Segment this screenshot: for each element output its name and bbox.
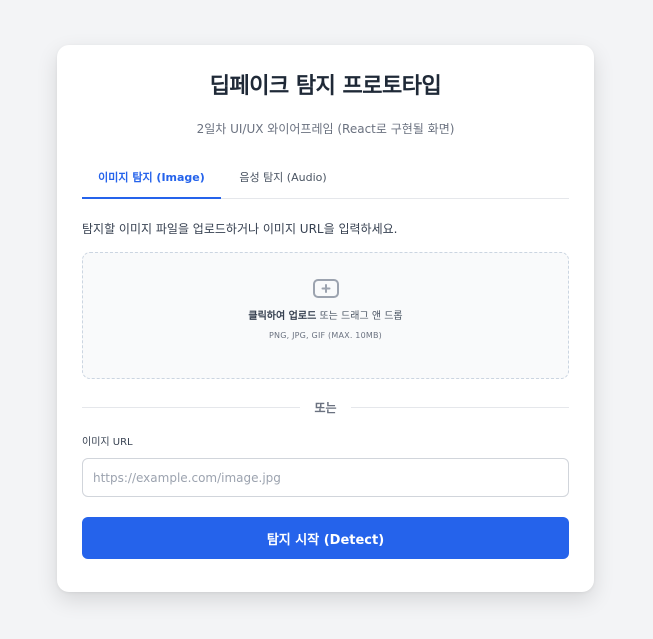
dropzone-text: 클릭하여 업로드 또는 드래그 앤 드롭 xyxy=(248,310,402,324)
divider-line-right xyxy=(350,406,569,408)
dropzone-drag-text: 또는 드래그 앤 드롭 xyxy=(316,311,403,322)
dropzone-click-text: 클릭하여 업로드 xyxy=(248,311,317,322)
tab-image[interactable]: 이미지 탐지 (Image) xyxy=(82,169,221,199)
page-subtitle: 2일차 UI/UX 와이어프레임 (React로 구현될 화면) xyxy=(196,122,455,136)
or-divider: 또는 xyxy=(82,399,569,415)
page-title: 딥페이크 탐지 프로토타입 xyxy=(209,74,442,99)
divider-text: 또는 xyxy=(314,400,337,415)
tab-bar: 이미지 탐지 (Image) 음성 탐지 (Audio) xyxy=(82,169,569,199)
tab-audio[interactable]: 음성 탐지 (Audio) xyxy=(221,169,345,199)
divider-line-left xyxy=(82,406,301,408)
url-input[interactable] xyxy=(82,458,569,497)
detect-button[interactable]: 탐지 시작 (Detect) xyxy=(82,517,569,559)
dropzone-hint: PNG, JPG, GIF (MAX. 10MB) xyxy=(268,331,383,340)
file-dropzone[interactable]: 클릭하여 업로드 또는 드래그 앤 드롭 PNG, JPG, GIF (MAX.… xyxy=(82,252,569,379)
image-upload-icon xyxy=(312,279,339,298)
main-card: 딥페이크 탐지 프로토타입 2일차 UI/UX 와이어프레임 (React로 구… xyxy=(57,45,594,592)
url-label: 이미지 URL xyxy=(82,437,133,448)
upload-instruction: 탐지할 이미지 파일을 업로드하거나 이미지 URL을 입력하세요. xyxy=(82,222,398,236)
